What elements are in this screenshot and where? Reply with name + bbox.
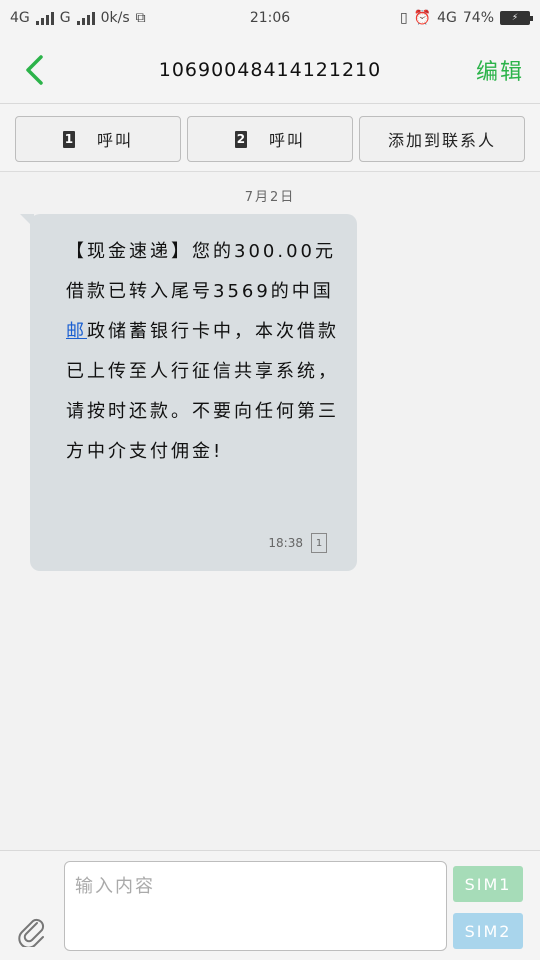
add-to-contacts-label: 添加到联系人	[387, 131, 496, 150]
action-bar: 1 呼叫 2 呼叫 添加到联系人	[0, 104, 540, 172]
vibrate-icon: ▯	[399, 10, 408, 26]
message-input[interactable]	[64, 861, 447, 951]
send-sim2-button[interactable]: SIM2	[453, 913, 523, 949]
alarm-icon: ⏰	[413, 10, 432, 26]
screenshot-notification-icon: ⧉	[135, 10, 146, 26]
date-separator: 7月2日	[244, 190, 296, 205]
call-sim1-label: 呼叫	[96, 131, 133, 150]
add-to-contacts-button[interactable]: 添加到联系人	[359, 116, 525, 162]
screen: 4G G 0k/s ⧉ 21:06 ▯ ⏰ 4G 74% ⚡ 106900484…	[0, 0, 540, 960]
signal-icon	[35, 11, 54, 25]
edit-button[interactable]: 编辑	[476, 54, 524, 86]
message-bubble[interactable]: 【现金速递】您的300.00元借款已转入尾号3569的中国邮政储蓄银行卡中，本次…	[20, 214, 357, 571]
message-link[interactable]: 邮	[66, 321, 87, 342]
conversation-area[interactable]: 7月2日 【现金速递】您的300.00元借款已转入尾号3569的中国邮政储蓄银行…	[0, 172, 540, 850]
network-type-2: G	[59, 10, 71, 26]
conversation-header: 10690048414121210 编辑	[0, 36, 540, 104]
network-type-1: 4G	[10, 10, 30, 26]
message-text: 【现金速递】您的300.00元借款已转入尾号3569的中国邮政储蓄银行卡中，本次…	[66, 241, 339, 462]
send-sim1-button[interactable]: SIM1	[453, 866, 523, 902]
sim2-icon: 2	[234, 130, 247, 148]
sender-number: 10690048414121210	[158, 58, 382, 81]
paperclip-icon[interactable]	[16, 915, 48, 947]
call-sim1-button[interactable]: 1 呼叫	[15, 116, 181, 162]
status-bar: 4G G 0k/s ⧉ 21:06 ▯ ⏰ 4G 74% ⚡	[0, 0, 540, 36]
status-left: 4G G 0k/s ⧉	[10, 10, 146, 26]
sim1-icon: 1	[62, 130, 75, 148]
call-sim2-label: 呼叫	[268, 131, 305, 150]
network-speed: 0k/s	[100, 10, 130, 26]
network-type-3: 4G	[437, 10, 457, 26]
status-right: ▯ ⏰ 4G 74% ⚡	[399, 10, 533, 26]
signal-icon-2	[76, 11, 95, 25]
message-meta: 18:38 1	[268, 533, 327, 553]
sim-card-icon: 1	[311, 533, 327, 553]
battery-percent: 74%	[462, 10, 494, 26]
chevron-left-icon	[26, 55, 43, 85]
battery-icon: ⚡	[500, 11, 533, 25]
message-time: 18:38	[268, 536, 303, 550]
back-button[interactable]	[14, 50, 54, 90]
call-sim2-button[interactable]: 2 呼叫	[187, 116, 353, 162]
compose-bar: SIM1 SIM2	[0, 850, 540, 960]
